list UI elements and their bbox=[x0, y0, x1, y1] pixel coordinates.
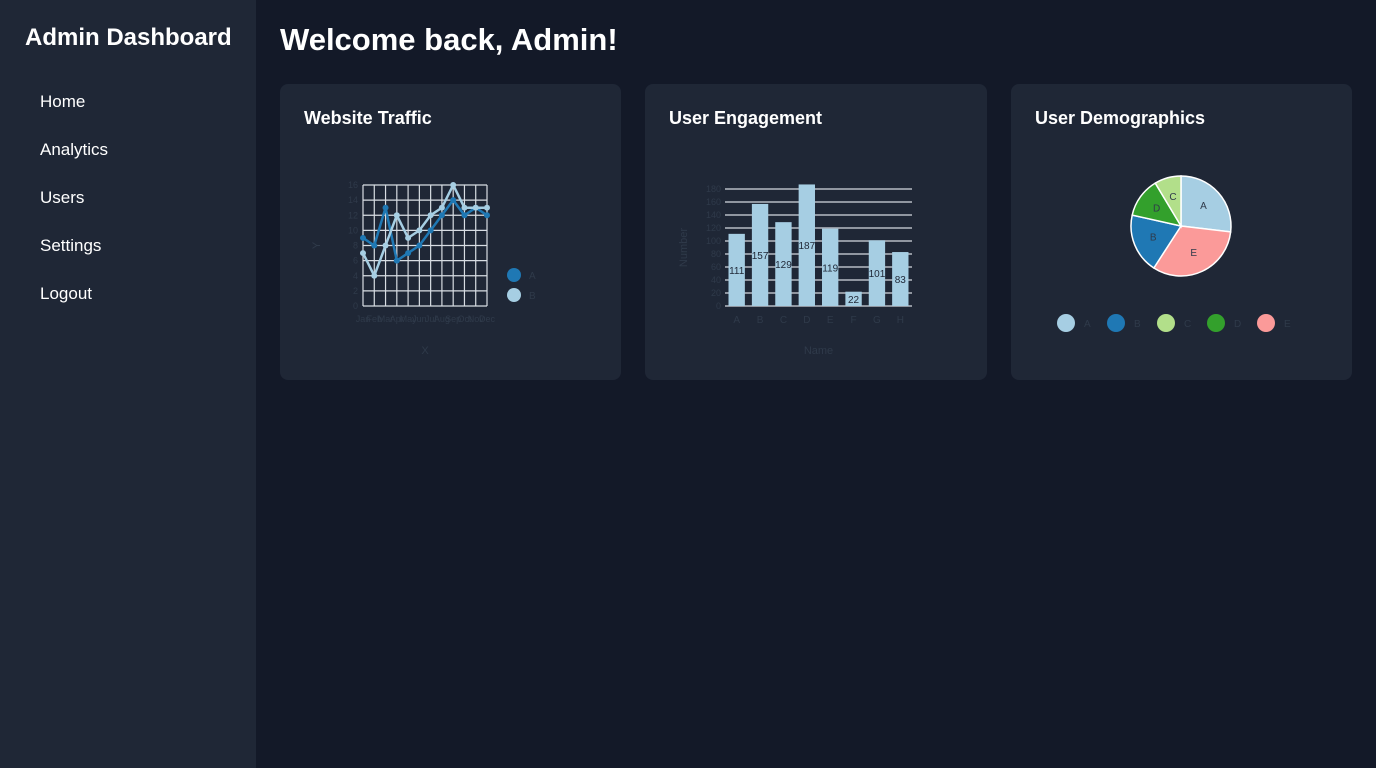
engagement-bar-value-label: 83 bbox=[895, 275, 907, 286]
traffic-series-b-point bbox=[484, 204, 490, 211]
demographics-legend-marker bbox=[1157, 314, 1175, 332]
engagement-y-axis-label: Number bbox=[678, 228, 690, 267]
demographics-slice-label: B bbox=[1150, 232, 1157, 243]
traffic-series-b-point bbox=[461, 204, 468, 211]
demographics-legend-label: D bbox=[1234, 319, 1241, 330]
traffic-series-a-point bbox=[416, 242, 423, 249]
traffic-series-b-point bbox=[427, 212, 434, 219]
demographics-slice-label: C bbox=[1169, 192, 1176, 203]
engagement-x-tick-label: G bbox=[873, 315, 881, 326]
sidebar-item-logout[interactable]: Logout bbox=[40, 280, 108, 328]
page-title: Welcome back, Admin! bbox=[280, 22, 618, 57]
demographics-legend-marker bbox=[1057, 314, 1075, 332]
traffic-series-b-point bbox=[382, 242, 389, 249]
engagement-bar-value-label: 111 bbox=[729, 266, 745, 277]
user-demographics-card: User Demographics AEBDCABCDE bbox=[1011, 84, 1352, 380]
traffic-series-a-point bbox=[393, 257, 400, 264]
traffic-series-a-point bbox=[360, 234, 366, 241]
sidebar-item-users[interactable]: Users bbox=[40, 184, 108, 232]
demographics-legend-marker bbox=[1257, 314, 1275, 332]
user-demographics-chart: AEBDCA B C D E bbox=[1057, 175, 1291, 332]
demographics-slice-label: A bbox=[1200, 201, 1207, 212]
traffic-y-tick-label: 2 bbox=[353, 286, 358, 296]
traffic-y-tick-label: 4 bbox=[353, 271, 358, 281]
traffic-series-a-point bbox=[405, 250, 412, 257]
engagement-x-tick-label: C bbox=[780, 315, 787, 326]
engagement-x-tick-label: H bbox=[897, 315, 904, 326]
traffic-series-a-point bbox=[484, 212, 490, 219]
traffic-x-axis-label: X bbox=[421, 345, 429, 357]
engagement-y-tick-label: 40 bbox=[711, 275, 721, 285]
traffic-series-a-point bbox=[438, 212, 445, 219]
traffic-series-b-point bbox=[360, 250, 366, 257]
website-traffic-chart: 0246810121416JanFebMarAprMayJunJulAugSep… bbox=[311, 180, 536, 357]
traffic-y-tick-label: 8 bbox=[353, 241, 358, 251]
engagement-x-tick-label: A bbox=[733, 315, 740, 326]
traffic-y-tick-label: 0 bbox=[353, 301, 358, 311]
sidebar: Admin Dashboard Home Analytics Users Set… bbox=[0, 0, 256, 768]
sidebar-item-analytics[interactable]: Analytics bbox=[40, 136, 108, 184]
traffic-y-tick-label: 6 bbox=[353, 256, 358, 266]
engagement-x-tick-label: D bbox=[803, 315, 810, 326]
user-engagement-chart: 0 20 40 60 80 100 120 140 160 180 111 A 157 B 129 C 187 D… bbox=[678, 184, 912, 357]
engagement-y-tick-label: 100 bbox=[706, 236, 721, 246]
engagement-bar-value-label: 22 bbox=[848, 295, 860, 306]
engagement-bar-value-label: 129 bbox=[775, 260, 792, 271]
traffic-y-tick-label: 12 bbox=[348, 210, 358, 220]
engagement-x-tick-label: F bbox=[851, 315, 857, 326]
engagement-y-tick-label: 80 bbox=[711, 249, 721, 259]
engagement-x-axis-label: Name bbox=[804, 345, 833, 357]
traffic-y-axis-label: Y bbox=[311, 241, 323, 249]
user-engagement-card: User Engagement 0 20 40 60 80 100 120 140 160 180… bbox=[645, 84, 987, 380]
traffic-series-a-point bbox=[450, 197, 457, 204]
website-traffic-card: Website Traffic 0 2 4 6 8 10 12 14 16 Jan Feb Mar Ap… bbox=[280, 84, 621, 380]
engagement-y-tick-label: 180 bbox=[706, 184, 721, 194]
traffic-series-b-point bbox=[472, 204, 479, 211]
engagement-y-tick-label: 160 bbox=[706, 197, 721, 207]
demographics-slice-label: D bbox=[1153, 203, 1160, 214]
traffic-series-b-point bbox=[450, 182, 457, 188]
engagement-bar-value-label: 119 bbox=[822, 263, 838, 274]
sidebar-item-home[interactable]: Home bbox=[40, 88, 108, 136]
traffic-series-b-point bbox=[371, 272, 378, 279]
traffic-legend-marker bbox=[507, 288, 521, 302]
demographics-legend-marker bbox=[1107, 314, 1125, 332]
demographics-legend-label: A bbox=[1084, 319, 1091, 330]
engagement-bar-value-label: 157 bbox=[752, 251, 769, 262]
engagement-x-tick-label: E bbox=[827, 315, 834, 326]
engagement-y-tick-label: 140 bbox=[706, 210, 721, 220]
engagement-y-tick-label: 60 bbox=[711, 262, 721, 272]
engagement-bar-value-label: 101 bbox=[869, 269, 886, 280]
demographics-legend-label: E bbox=[1284, 319, 1291, 330]
traffic-series-a-point bbox=[461, 212, 468, 219]
traffic-series-b-point bbox=[405, 234, 412, 241]
app-title: Admin Dashboard bbox=[25, 24, 232, 51]
demographics-legend-label: B bbox=[1134, 319, 1141, 330]
traffic-series-b-point bbox=[438, 204, 445, 211]
sidebar-nav: Home Analytics Users Settings Logout bbox=[40, 88, 108, 328]
demographics-legend-marker bbox=[1207, 314, 1225, 332]
traffic-series-b-point bbox=[393, 212, 400, 219]
demographics-legend-label: C bbox=[1184, 319, 1191, 330]
traffic-legend-label: A bbox=[529, 271, 536, 282]
engagement-y-tick-label: 0 bbox=[716, 301, 721, 311]
traffic-series-b-point bbox=[416, 227, 423, 234]
traffic-grid bbox=[362, 184, 488, 307]
traffic-series-a-point bbox=[371, 242, 378, 249]
traffic-y-tick-label: 10 bbox=[348, 225, 358, 235]
engagement-bar-value-label: 187 bbox=[798, 241, 815, 252]
traffic-legend-marker bbox=[507, 268, 521, 282]
engagement-y-tick-label: 120 bbox=[706, 223, 721, 233]
engagement-y-tick-label: 20 bbox=[711, 288, 721, 298]
sidebar-item-settings[interactable]: Settings bbox=[40, 232, 108, 280]
traffic-y-tick-label: 14 bbox=[348, 195, 358, 205]
demographics-slice-label: E bbox=[1190, 248, 1197, 259]
traffic-series-a-point bbox=[382, 204, 389, 211]
traffic-y-tick-label: 16 bbox=[348, 180, 358, 190]
traffic-x-tick-label: Dec bbox=[479, 314, 496, 324]
traffic-series-a-point bbox=[427, 227, 434, 234]
traffic-legend-label: B bbox=[529, 291, 536, 302]
engagement-x-tick-label: B bbox=[757, 315, 764, 326]
